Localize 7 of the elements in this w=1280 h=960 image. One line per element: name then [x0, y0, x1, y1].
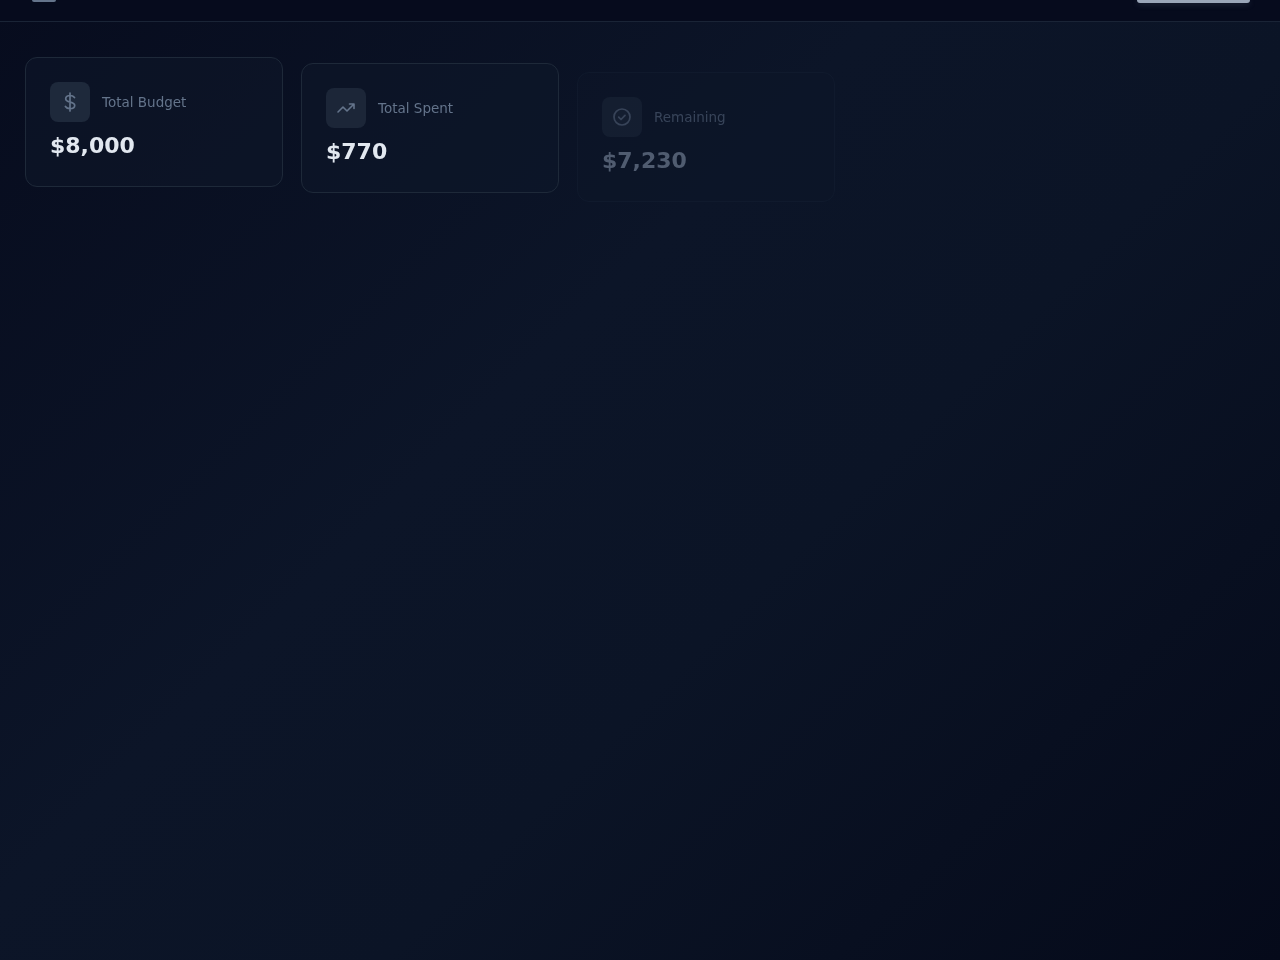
stat-value: $770 — [326, 139, 389, 165]
stat-label: Total Budget — [102, 94, 187, 110]
stat-value: $8,000 — [50, 133, 136, 159]
stat-label: Total Spent — [378, 100, 454, 116]
dollar-icon — [50, 82, 90, 122]
stat-value: $7,230 — [602, 148, 688, 174]
trending-up-icon — [326, 88, 366, 128]
